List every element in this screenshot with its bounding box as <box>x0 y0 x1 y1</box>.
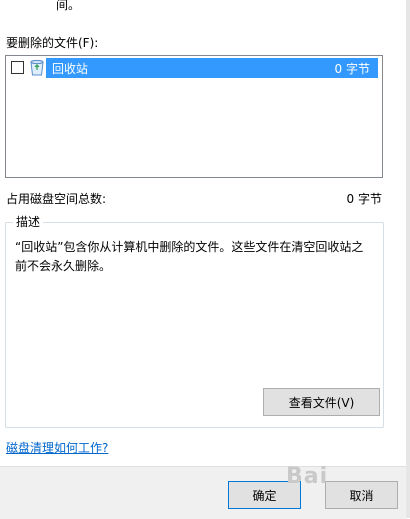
file-item-size: 0 字节 <box>334 62 370 76</box>
file-item-name: 回收站 <box>52 62 89 76</box>
total-space-value: 0 字节 <box>346 192 382 206</box>
description-text: “回收站”包含你从计算机中删除的文件。这些文件在清空回收站之前不会永久删除。 <box>15 240 364 273</box>
watermark: Bai <box>286 464 329 489</box>
files-to-delete-label: 要删除的文件(F): <box>6 36 99 50</box>
cancel-button[interactable]: 取消 <box>325 481 398 509</box>
recycle-bin-icon <box>30 59 44 76</box>
window-edge <box>406 0 410 518</box>
help-link[interactable]: 磁盘清理如何工作? <box>6 439 108 456</box>
list-item-recycle-bin[interactable]: 回收站 0 字节 <box>6 57 378 79</box>
clipped-text-fragment: 间。 <box>56 0 81 12</box>
total-space-label: 占用磁盘空间总数: <box>6 192 107 206</box>
view-files-button[interactable]: 查看文件(V) <box>263 388 380 416</box>
files-to-delete-list[interactable]: 回收站 0 字节 <box>5 55 383 178</box>
selected-row-highlight: 回收站 0 字节 <box>46 58 378 78</box>
description-title: 描述 <box>13 213 44 230</box>
recycle-bin-checkbox[interactable] <box>11 61 24 74</box>
